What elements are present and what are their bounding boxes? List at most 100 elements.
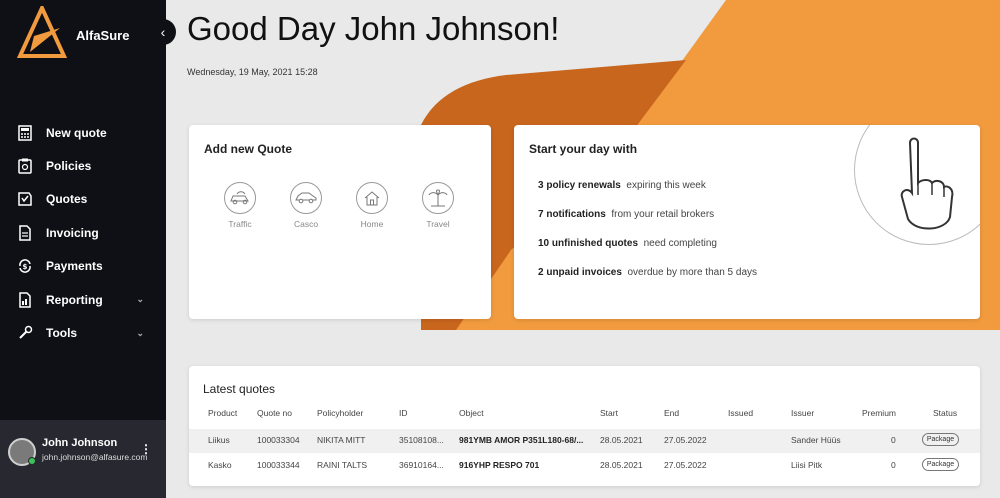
cell-start: 28.05.2021 (600, 435, 643, 445)
traffic-car-icon (224, 182, 256, 214)
sidebar-collapse-button[interactable]: ‹ (150, 19, 176, 45)
cell-policyholder: RAINI TALTS (317, 460, 368, 470)
tools-icon (16, 324, 34, 342)
policy-document-icon (16, 157, 34, 175)
sidebar-item-quotes[interactable]: Quotes (0, 183, 166, 216)
report-icon (16, 291, 34, 309)
sidebar-item-label: Reporting (46, 292, 103, 307)
summary-text: from your retail brokers (611, 209, 715, 220)
column-header[interactable]: Policyholder (317, 408, 363, 418)
cell-issuer: Liisi Pitk (791, 460, 823, 470)
column-header[interactable]: Start (600, 408, 618, 418)
cell-end: 27.05.2022 (664, 460, 707, 470)
alfasure-logo[interactable]: AlfaSure (14, 3, 154, 62)
card-title: Add new Quote (204, 142, 292, 156)
column-header[interactable]: Issuer (791, 408, 814, 418)
table-row[interactable]: Liikus 100033304 NIKITA MITT 35108108...… (189, 429, 980, 453)
cell-policyholder: NIKITA MITT (317, 435, 366, 445)
summary-renewals[interactable]: 3 policy renewals expiring this week (538, 180, 706, 191)
column-header[interactable]: Quote no (257, 408, 292, 418)
logo-mark-icon (16, 3, 68, 58)
user-name: John Johnson (42, 437, 118, 449)
car-icon (290, 182, 322, 214)
brand-name: AlfaSure (76, 28, 130, 43)
start-your-day-card: Start your day with 3 policy renewals ex… (514, 125, 980, 319)
summary-text: overdue by more than 5 days (627, 267, 758, 278)
quote-type-label: Traffic (228, 219, 252, 229)
column-header[interactable]: End (664, 408, 679, 418)
chevron-down-icon: ⌄ (136, 294, 144, 305)
sidebar-item-label: Invoicing (46, 225, 99, 240)
cell-start: 28.05.2021 (600, 460, 643, 470)
more-options-icon[interactable]: ⋮ (140, 442, 152, 456)
cell-issuer: Sander Hüüs (791, 435, 841, 445)
card-title: Latest quotes (203, 382, 276, 396)
sidebar: AlfaSure New quote Policies Quotes Invoi… (0, 0, 166, 498)
quote-type-traffic[interactable]: Traffic (215, 182, 265, 229)
add-quote-card: Add new Quote Traffic Casco Home Travel (189, 125, 491, 319)
chevron-down-icon: ⌄ (136, 327, 144, 338)
cell-object: 981YMB AMOR P351L180-68/... (459, 435, 584, 445)
sidebar-item-invoicing[interactable]: Invoicing (0, 216, 166, 249)
home-icon (356, 182, 388, 214)
sidebar-item-policies[interactable]: Policies (0, 149, 166, 182)
cell-object: 916YHP RESPO 701 (459, 460, 540, 470)
sidebar-item-tools[interactable]: Tools ⌄ (0, 316, 166, 349)
invoice-icon (16, 224, 34, 242)
summary-text: expiring this week (626, 180, 706, 191)
sidebar-item-new-quote[interactable]: New quote (0, 116, 166, 149)
quotes-icon (16, 190, 34, 208)
summary-text: need completing (643, 238, 717, 249)
column-header[interactable]: Issued (728, 408, 753, 418)
sidebar-item-label: Quotes (46, 192, 88, 207)
column-header[interactable]: Status (933, 408, 957, 418)
cell-product: Kasko (208, 460, 232, 470)
payments-icon: $ (16, 257, 34, 275)
calculator-icon (16, 124, 34, 142)
cell-id: 35108108... (399, 435, 444, 445)
column-header[interactable]: ID (399, 408, 408, 418)
status-badge[interactable]: Package (922, 458, 959, 471)
cell-id: 36910164... (399, 460, 444, 470)
summary-unfinished-quotes[interactable]: 10 unfinished quotes need completing (538, 238, 717, 249)
quote-type-label: Home (360, 219, 384, 229)
online-status-icon (28, 457, 36, 465)
summary-count: 10 unfinished quotes (538, 238, 639, 249)
summary-count: 3 policy renewals (538, 180, 621, 191)
page-title: Good Day John Johnson! (187, 10, 560, 47)
summary-unpaid-invoices[interactable]: 2 unpaid invoices overdue by more than 5… (538, 267, 757, 278)
card-title: Start your day with (529, 142, 638, 156)
cell-premium: 0 (891, 460, 896, 470)
sidebar-item-payments[interactable]: $ Payments (0, 250, 166, 283)
table-header: Product Quote no Policyholder ID Object … (189, 408, 980, 422)
quote-type-casco[interactable]: Casco (281, 182, 331, 229)
user-profile[interactable]: John Johnson john.johnson@alfasure.com ⋮ (0, 420, 166, 498)
table-row[interactable]: Kasko 100033344 RAINI TALTS 36910164... … (189, 454, 980, 478)
sidebar-item-reporting[interactable]: Reporting ⌄ (0, 283, 166, 316)
sidebar-item-label: New quote (46, 125, 107, 140)
summary-notifications[interactable]: 7 notifications from your retail brokers (538, 209, 714, 220)
current-date: Wednesday, 19 May, 2021 15:28 (187, 67, 318, 77)
latest-quotes-card: Latest quotes Product Quote no Policyhol… (189, 366, 980, 486)
summary-count: 2 unpaid invoices (538, 267, 622, 278)
quote-type-label: Travel (426, 219, 450, 229)
palm-tree-icon (422, 182, 454, 214)
summary-count: 7 notifications (538, 209, 606, 220)
sidebar-item-label: Payments (46, 259, 103, 274)
chevron-left-icon: ‹ (160, 24, 166, 40)
svg-text:$: $ (23, 263, 28, 271)
sidebar-item-label: Policies (46, 159, 92, 174)
cell-quote-no: 100033304 (257, 435, 300, 445)
pointing-hand-icon (900, 137, 954, 230)
column-header[interactable]: Product (208, 408, 237, 418)
cell-premium: 0 (891, 435, 896, 445)
status-badge[interactable]: Package (922, 433, 959, 446)
quote-type-home[interactable]: Home (347, 182, 397, 229)
cell-end: 27.05.2022 (664, 435, 707, 445)
user-email: john.johnson@alfasure.com (42, 452, 148, 462)
column-header[interactable]: Object (459, 408, 484, 418)
column-header[interactable]: Premium (862, 408, 896, 418)
sidebar-nav: New quote Policies Quotes Invoicing $ Pa… (0, 116, 166, 350)
quote-type-travel[interactable]: Travel (413, 182, 463, 229)
sidebar-item-label: Tools (46, 326, 78, 341)
